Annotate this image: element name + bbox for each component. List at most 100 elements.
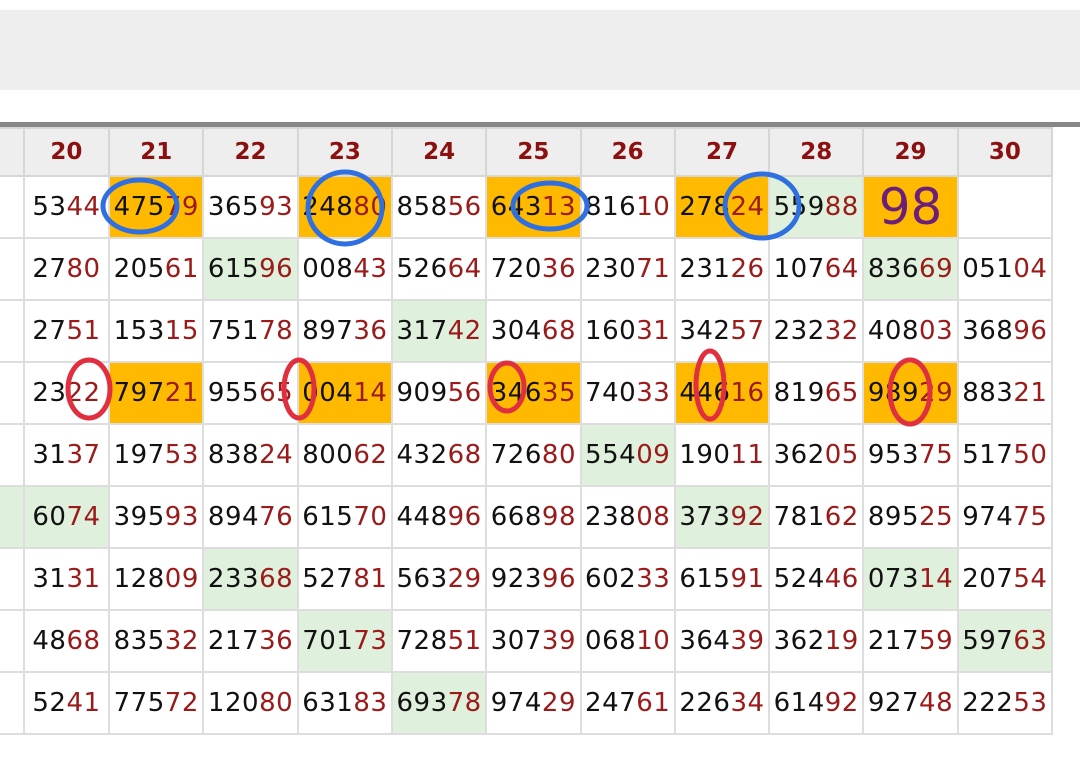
cell-lead-digits: 894 xyxy=(207,502,260,532)
table-row: 3131 12809 23368 52781 56329 92396 60233 61591 5… xyxy=(0,547,1054,611)
cell-tail-digits: 44 xyxy=(66,192,101,222)
number-cell xyxy=(0,175,25,239)
cell-tail-digits: 36 xyxy=(353,316,388,346)
cell-lead-digits: 364 xyxy=(679,626,731,656)
cell-lead-digits: 897 xyxy=(302,316,354,346)
number-cell: 80062 xyxy=(296,423,393,487)
number-cell: 61596 xyxy=(202,237,299,301)
cell-tail-digits: 05 xyxy=(824,440,859,470)
number-cell: 2780 xyxy=(22,237,111,301)
cell-lead-digits: 781 xyxy=(773,502,825,532)
cell-lead-digits: 517 xyxy=(962,440,1014,470)
cell-tail-digits: 70 xyxy=(353,502,388,532)
number-cell: 12080 xyxy=(202,671,299,735)
cell-lead-digits: 342 xyxy=(679,316,731,346)
number-cell: 23071 xyxy=(579,237,676,301)
column-header: 28 xyxy=(768,127,865,177)
cell-lead-digits: 974 xyxy=(490,688,542,718)
cell-tail-digits: 11 xyxy=(730,440,765,470)
cell-lead-digits: 31 xyxy=(32,440,67,470)
number-cell: 83824 xyxy=(202,423,299,487)
column-header: 25 xyxy=(485,127,582,177)
number-cell xyxy=(0,299,25,363)
cell-lead-digits: 008 xyxy=(302,254,354,284)
cell-tail-digits: 93 xyxy=(164,502,199,532)
cell-tail-digits: 80 xyxy=(541,440,576,470)
cell-lead-digits: 775 xyxy=(113,688,165,718)
number-cell: 00843 xyxy=(296,237,393,301)
number-cell: 00414 xyxy=(296,361,393,425)
number-cell: 23126 xyxy=(673,237,771,301)
cell-lead-digits: 160 xyxy=(585,316,637,346)
number-cell: 6074 xyxy=(22,485,111,549)
cell-lead-digits: 989 xyxy=(867,378,920,408)
column-header: 21 xyxy=(108,127,205,177)
column-header: 23 xyxy=(296,127,393,177)
number-cell: 98 xyxy=(862,175,959,239)
cell-lead-digits: 004 xyxy=(302,378,354,408)
number-cell: 66898 xyxy=(485,485,582,549)
cell-lead-digits: 955 xyxy=(207,378,260,408)
cell-tail-digits: 69 xyxy=(919,254,954,284)
number-cell: 83532 xyxy=(108,609,205,673)
number-cell: 77572 xyxy=(108,671,205,735)
number-cell: 23808 xyxy=(579,485,676,549)
column-header: 30 xyxy=(956,127,1054,177)
cell-lead-digits: 797 xyxy=(113,378,165,408)
cell-lead-digits: 883 xyxy=(962,378,1014,408)
number-cell xyxy=(0,485,25,549)
number-cell: 34257 xyxy=(673,299,771,363)
cell-lead-digits: 31 xyxy=(32,564,67,594)
column-header: 27 xyxy=(673,127,771,177)
number-cell: 61492 xyxy=(768,671,865,735)
cell-tail-digits: 51 xyxy=(66,316,101,346)
cell-lead-digits: 953 xyxy=(867,440,920,470)
cell-tail-digits: 91 xyxy=(730,564,765,594)
number-cell: 89525 xyxy=(862,485,959,549)
number-cell: 07314 xyxy=(862,547,959,611)
table-row: 2780 20561 61596 00843 52664 72036 23071 23126 1… xyxy=(0,237,1054,301)
number-cell: 55988 xyxy=(768,175,865,239)
number-cell: 98929 xyxy=(862,361,959,425)
cell-tail-digits: 31 xyxy=(636,316,671,346)
cell-tail-digits: 16 xyxy=(730,378,765,408)
number-cell: 3137 xyxy=(22,423,111,487)
cell-tail-digits: 88 xyxy=(824,192,859,222)
number-cell: 83669 xyxy=(862,237,959,301)
cell-lead-digits: 475 xyxy=(113,192,165,222)
number-cell: 15315 xyxy=(108,299,205,363)
column-header: 24 xyxy=(390,127,488,177)
cell-tail-digits: 37 xyxy=(66,440,101,470)
table-row: 2751 15315 75178 89736 31742 30468 16031 34257 2… xyxy=(0,299,1054,363)
cell-tail-digits: 72 xyxy=(164,688,199,718)
cell-tail-digits: 68 xyxy=(66,626,101,656)
cell-tail-digits: 09 xyxy=(636,440,671,470)
cell-lead-digits: 53 xyxy=(32,192,67,222)
number-cell: 22634 xyxy=(673,671,771,735)
cell-lead-digits: 232 xyxy=(773,316,825,346)
chart-grid-viewport[interactable]: 20 21 22 23 24 25 26 27 28 29 30 5344 47579 36593 248… xyxy=(0,122,1080,758)
number-cell: 44616 xyxy=(673,361,771,425)
cell-tail-digits: 68 xyxy=(447,440,482,470)
cell-lead-digits: 751 xyxy=(207,316,260,346)
cell-lead-digits: 205 xyxy=(113,254,165,284)
cell-lead-digits: 307 xyxy=(490,626,542,656)
cell-lead-digits: 317 xyxy=(396,316,448,346)
number-cell: 19011 xyxy=(673,423,771,487)
cell-lead-digits: 362 xyxy=(773,626,825,656)
cell-tail-digits: 09 xyxy=(164,564,199,594)
cell-tail-digits: 96 xyxy=(447,502,482,532)
cell-lead-digits: 858 xyxy=(396,192,448,222)
number-cell: 2322 xyxy=(22,361,111,425)
cell-lead-digits: 559 xyxy=(773,192,825,222)
cell-tail-digits: 61 xyxy=(164,254,199,284)
cell-lead-digits: 207 xyxy=(962,564,1014,594)
cell-tail-digits: 14 xyxy=(353,378,388,408)
cell-tail-digits: 76 xyxy=(259,502,294,532)
number-cell: 72036 xyxy=(485,237,582,301)
cell-lead-digits: 615 xyxy=(679,564,731,594)
cell-tail-digits: 26 xyxy=(730,254,765,284)
cell-tail-digits: 96 xyxy=(541,564,576,594)
cell-tail-digits: 64 xyxy=(447,254,482,284)
cell-tail-digits: 68 xyxy=(541,316,576,346)
